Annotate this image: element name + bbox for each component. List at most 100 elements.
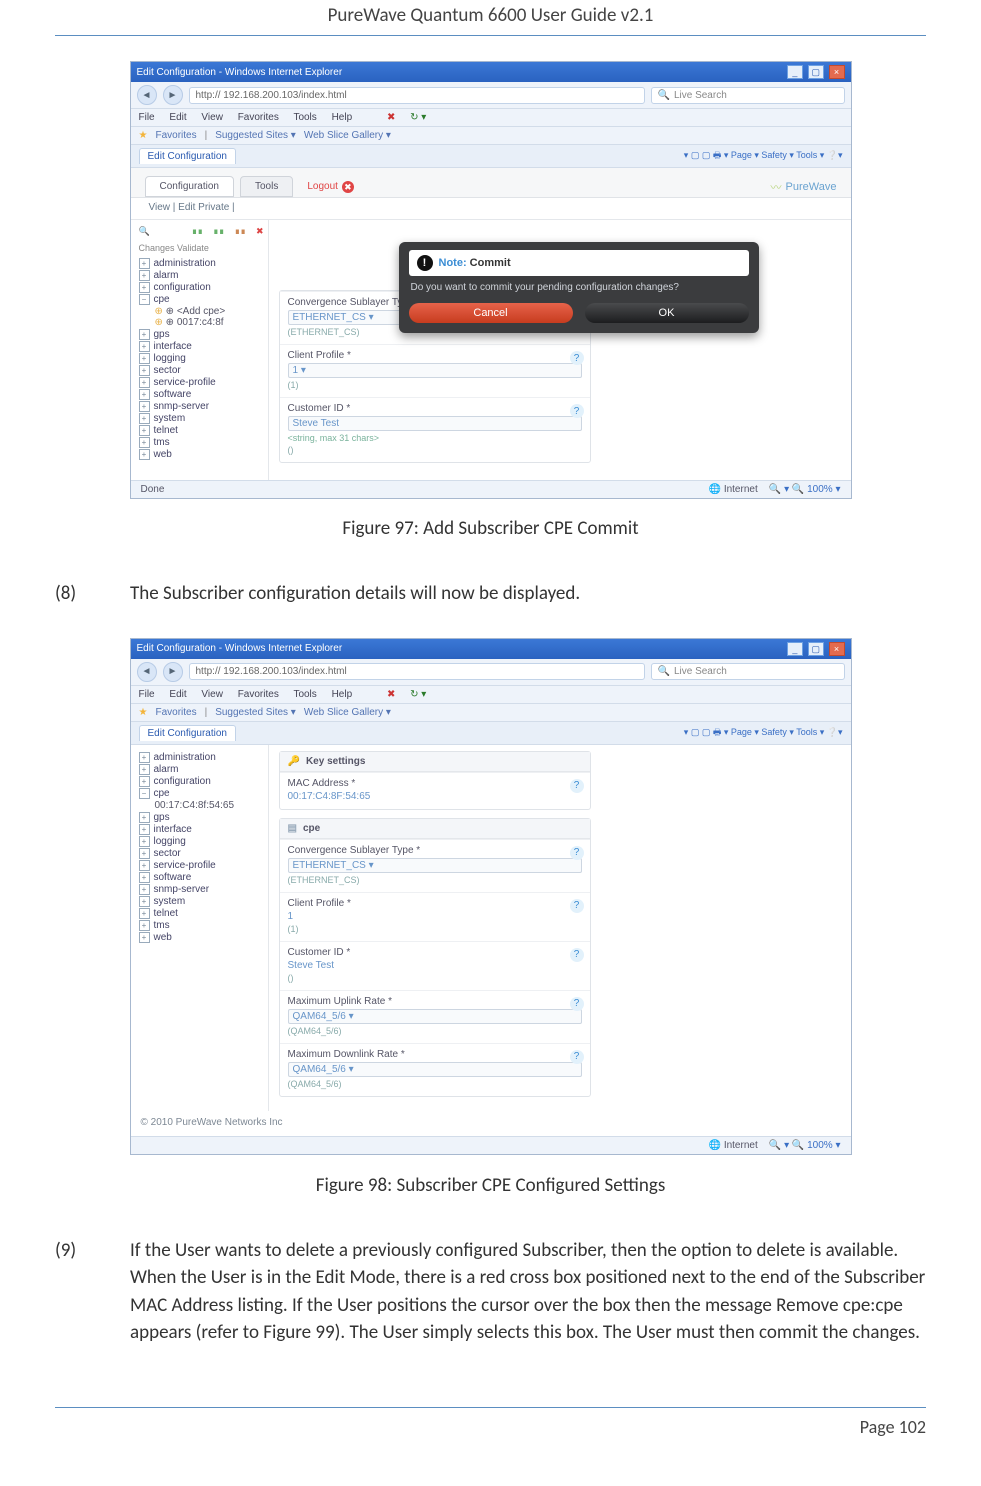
browser-tab[interactable]: Edit Configuration [139, 725, 237, 741]
tree-telnet[interactable]: +telnet [139, 425, 264, 436]
stop-icon[interactable]: ✖ [387, 112, 395, 123]
url-field[interactable]: http:// 192.168.200.103/index.html [189, 87, 645, 104]
tree-sector[interactable]: +sector [139, 365, 264, 376]
menu-favorites[interactable]: Favorites [238, 689, 279, 700]
zoom-control[interactable]: 🔍 ▾ 🔍 100% ▾ [769, 484, 841, 495]
menu-file[interactable]: File [139, 112, 155, 123]
tree-software[interactable]: +software [139, 389, 264, 400]
tree-logging[interactable]: +logging [139, 836, 264, 847]
menu-view[interactable]: View [201, 689, 223, 700]
logout-link[interactable]: Logout ✖ [307, 181, 354, 193]
tree-alarm[interactable]: +alarm [139, 270, 264, 281]
menu-tools[interactable]: Tools [293, 689, 316, 700]
star-icon[interactable]: ★ [139, 130, 148, 141]
tab-configuration[interactable]: Configuration [145, 176, 234, 197]
tree-cpe[interactable]: −cpe [139, 788, 264, 799]
web-slice-link[interactable]: Web Slice Gallery ▾ [304, 707, 391, 718]
search-field[interactable]: 🔍 Live Search [651, 87, 845, 104]
tree-system[interactable]: +system [139, 896, 264, 907]
tree-administration[interactable]: +administration [139, 752, 264, 763]
tree-logging[interactable]: +logging [139, 353, 264, 364]
maximize-icon[interactable]: ▢ [808, 642, 824, 656]
web-slice-link[interactable]: Web Slice Gallery ▾ [304, 130, 391, 141]
help-icon[interactable]: ? [570, 846, 584, 860]
tree-telnet[interactable]: +telnet [139, 908, 264, 919]
tree-administration[interactable]: +administration [139, 258, 264, 269]
search-field[interactable]: 🔍 Live Search [651, 663, 845, 680]
search-tree-icon[interactable]: 🔍 [139, 226, 150, 237]
tree-web[interactable]: +web [139, 449, 264, 460]
tree-tms[interactable]: +tms [139, 437, 264, 448]
tree-snmp-server[interactable]: +snmp-server [139, 884, 264, 895]
forward-icon[interactable]: ► [163, 85, 183, 105]
help-icon[interactable]: ? [570, 779, 584, 793]
stop-icon[interactable]: ✖ [387, 689, 395, 700]
help-icon[interactable]: ? [570, 404, 584, 418]
browser-tools[interactable]: ▾ ▢ ▢ 🖶 ▾ Page ▾ Safety ▾ Tools ▾ ❔▾ [684, 725, 843, 741]
tree-service-profile[interactable]: +service-profile [139, 860, 264, 871]
tree-system[interactable]: +system [139, 413, 264, 424]
customer-id-input[interactable]: Steve Test [288, 416, 582, 431]
menu-file[interactable]: File [139, 689, 155, 700]
zoom-control[interactable]: 🔍 ▾ 🔍 100% ▾ [769, 1140, 841, 1151]
tree-software[interactable]: +software [139, 872, 264, 883]
max-uplink-select[interactable]: QAM64_5/6 ▾ [288, 1009, 582, 1024]
menu-help[interactable]: Help [332, 112, 353, 123]
help-icon[interactable]: ? [570, 997, 584, 1011]
bars-icon[interactable]: ∎∎ [192, 226, 203, 237]
menu-help[interactable]: Help [332, 689, 353, 700]
refresh-icon[interactable]: ↻ ▾ [410, 112, 426, 123]
bars3-icon[interactable]: ∎∎ [235, 226, 246, 237]
star-icon[interactable]: ★ [139, 707, 148, 718]
client-profile-select[interactable]: 1 ▾ [288, 363, 582, 378]
tree-interface[interactable]: +interface [139, 341, 264, 352]
tree-service-profile[interactable]: +service-profile [139, 377, 264, 388]
maximize-icon[interactable]: ▢ [808, 65, 824, 79]
tree-add-cpe[interactable]: ⊕ ⊕ <Add cpe> [155, 306, 264, 317]
tree-cpe-item[interactable]: ⊕ ⊕ 0017:c4:8f [155, 317, 264, 328]
tree-configuration[interactable]: +configuration [139, 282, 264, 293]
tree-cpe-mac[interactable]: 00:17:C4:8f:54:65 [155, 800, 264, 811]
tree-interface[interactable]: +interface [139, 824, 264, 835]
menu-edit[interactable]: Edit [169, 112, 186, 123]
status-internet: Internet [724, 1140, 758, 1151]
tree-sector[interactable]: +sector [139, 848, 264, 859]
suggested-sites-link[interactable]: Suggested Sites ▾ [215, 130, 296, 141]
help-icon[interactable]: ? [570, 899, 584, 913]
tree-snmp-server[interactable]: +snmp-server [139, 401, 264, 412]
browser-tools[interactable]: ▾ ▢ ▢ 🖶 ▾ Page ▾ Safety ▾ Tools ▾ ❔▾ [684, 148, 843, 164]
cancel-button[interactable]: Cancel [409, 303, 573, 323]
tree-tms[interactable]: +tms [139, 920, 264, 931]
minimize-icon[interactable]: _ [787, 642, 803, 656]
refresh-icon[interactable]: ↻ ▾ [410, 689, 426, 700]
bars2-icon[interactable]: ∎∎ [213, 226, 224, 237]
close-icon[interactable]: × [829, 65, 845, 79]
back-icon[interactable]: ◄ [137, 85, 157, 105]
minimize-icon[interactable]: _ [787, 65, 803, 79]
cst-select[interactable]: ETHERNET_CS ▾ [288, 858, 582, 873]
forward-icon[interactable]: ► [163, 662, 183, 682]
delete-icon[interactable]: ✖ [256, 226, 264, 237]
help-icon[interactable]: ? [570, 1050, 584, 1064]
close-icon[interactable]: × [829, 642, 845, 656]
menu-view[interactable]: View [201, 112, 223, 123]
status-bar: 🌐 Internet 🔍 ▾ 🔍 100% ▾ [131, 1136, 851, 1154]
help-icon[interactable]: ? [570, 351, 584, 365]
tree-alarm[interactable]: +alarm [139, 764, 264, 775]
max-downlink-select[interactable]: QAM64_5/6 ▾ [288, 1062, 582, 1077]
tree-web[interactable]: +web [139, 932, 264, 943]
menu-edit[interactable]: Edit [169, 689, 186, 700]
suggested-sites-link[interactable]: Suggested Sites ▾ [215, 707, 296, 718]
ok-button[interactable]: OK [585, 303, 749, 323]
tree-gps[interactable]: +gps [139, 812, 264, 823]
tree-gps[interactable]: +gps [139, 329, 264, 340]
menu-favorites[interactable]: Favorites [238, 112, 279, 123]
back-icon[interactable]: ◄ [137, 662, 157, 682]
tree-cpe[interactable]: −cpe [139, 294, 264, 305]
browser-tab[interactable]: Edit Configuration [139, 148, 237, 164]
tree-configuration[interactable]: +configuration [139, 776, 264, 787]
url-field[interactable]: http:// 192.168.200.103/index.html [189, 663, 645, 680]
help-icon[interactable]: ? [570, 948, 584, 962]
tab-tools[interactable]: Tools [240, 176, 293, 197]
menu-tools[interactable]: Tools [293, 112, 316, 123]
